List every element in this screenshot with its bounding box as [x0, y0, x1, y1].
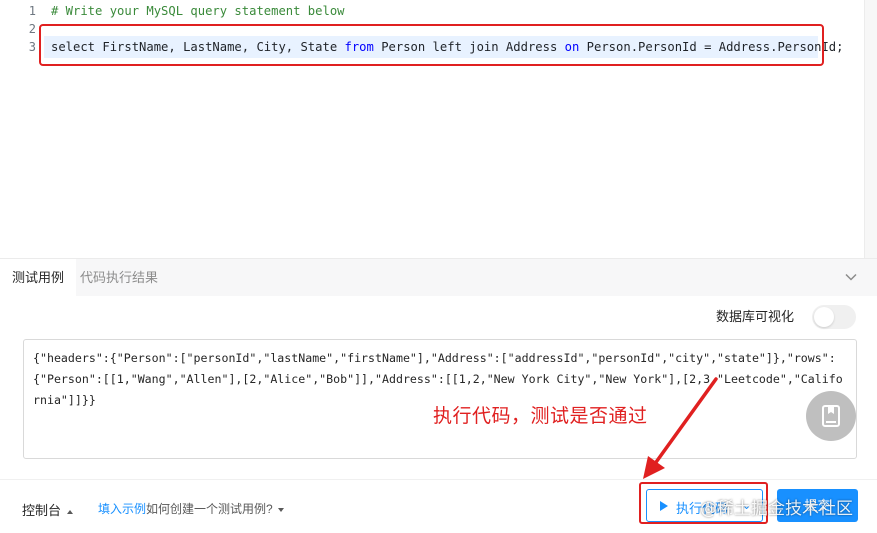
- chevron-down-icon[interactable]: [843, 269, 859, 285]
- notes-button[interactable]: [806, 391, 856, 441]
- caret-up-icon: [67, 509, 74, 514]
- db-visualize-toggle[interactable]: [812, 305, 856, 329]
- console-label: 控制台: [22, 503, 62, 518]
- editor-scrollbar[interactable]: [864, 0, 877, 258]
- code-editor[interactable]: 1 2 3 # Write your MySQL query statement…: [0, 0, 864, 258]
- how-to-label: 如何创建一个测试用例?: [146, 502, 273, 516]
- testcase-input[interactable]: {"headers":{"Person":["personId","lastNa…: [23, 339, 857, 459]
- tab-run-result[interactable]: 代码执行结果: [68, 259, 170, 297]
- line-number: 1: [28, 4, 36, 18]
- watermark: @稀土掘金技术社区: [700, 499, 853, 519]
- console-tabs-bar: 测试用例 代码执行结果: [0, 258, 877, 297]
- annotation-text: 执行代码，测试是否通过: [433, 405, 648, 427]
- console-toggle-button[interactable]: 控制台: [22, 500, 74, 519]
- db-visualize-label: 数据库可视化: [716, 309, 795, 324]
- toggle-knob: [814, 307, 834, 327]
- book-icon: [822, 405, 840, 427]
- annotation-highlight-box-code: [39, 24, 824, 66]
- line-number: 3: [28, 40, 36, 54]
- line-number: 2: [28, 22, 36, 36]
- fill-example-link[interactable]: 填入示例: [98, 500, 146, 517]
- caret-down-icon: [277, 507, 284, 512]
- how-to-create-testcase-link[interactable]: 如何创建一个测试用例?: [146, 500, 284, 517]
- tab-testcase[interactable]: 测试用例: [0, 259, 77, 297]
- code-comment-line[interactable]: # Write your MySQL query statement below: [51, 2, 345, 20]
